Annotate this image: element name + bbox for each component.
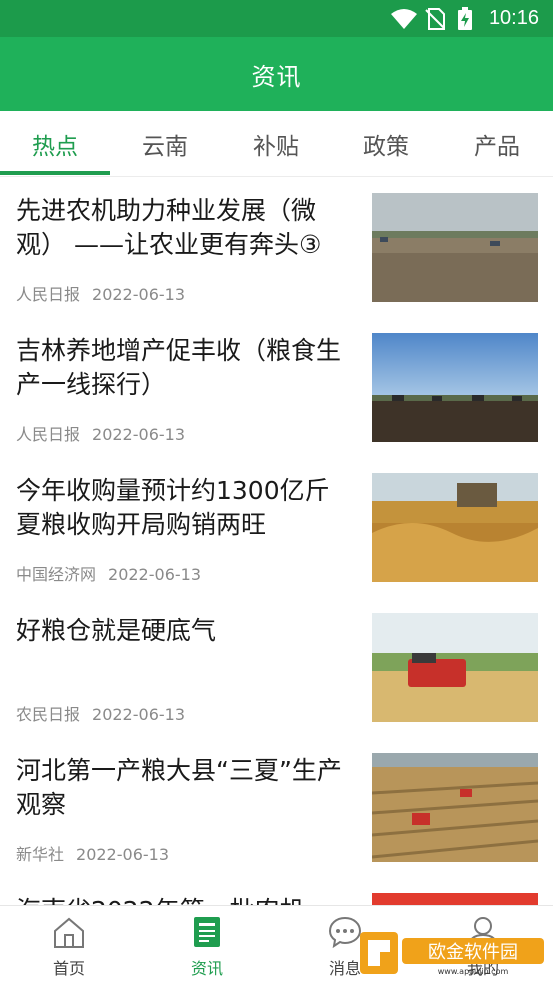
news-date: 2022-06-13 [108,565,201,584]
news-thumbnail [372,333,538,442]
nav-news[interactable]: 资讯 [138,906,276,983]
news-title: 河北第一产粮大县“三夏”生产观察 [16,756,342,819]
news-list[interactable]: 先进农机助力种业发展（微观） ——让农业更有奔头③ 人民日报 2022-06-13… [0,178,553,905]
news-item[interactable]: 先进农机助力种业发展（微观） ——让农业更有奔头③ 人民日报 2022-06-13 [0,178,553,318]
home-icon [51,914,87,950]
no-sim-icon [425,8,445,34]
news-thumbnail [372,753,538,862]
nav-label: 资讯 [190,959,223,978]
news-source: 新华社 [16,845,65,864]
news-item[interactable]: 吉林养地增产促丰收（粮食生产一线探行） 人民日报 2022-06-13 [0,318,553,458]
tab-hot[interactable]: 热点 [0,111,110,177]
news-title: 吉林养地增产促丰收（粮食生产一线探行） [16,336,342,399]
news-source: 人民日报 [16,285,81,304]
nav-home[interactable]: 首页 [0,906,138,983]
news-meta: 中国经济网 2022-06-13 [16,561,201,585]
news-source: 农民日报 [16,705,81,724]
watermark-logo: 欧金软件园 www.apoujin.com [358,930,548,978]
news-title: 海南省2022年第一批农机 [16,894,356,905]
status-bar: 10:16 [0,0,553,37]
news-thumbnail [372,193,538,302]
news-title: 好粮仓就是硬底气 [16,616,217,645]
news-item[interactable]: 河北第一产粮大县“三夏”生产观察 新华社 2022-06-13 [0,738,553,878]
news-thumbnail [372,893,538,905]
news-date: 2022-06-13 [92,285,185,304]
tab-policy[interactable]: 政策 [331,111,441,177]
battery-charging-icon [457,7,473,35]
page-title: 资讯 [251,62,302,91]
news-title: 今年收购量预计约1300亿斤 夏粮收购开局购销两旺 [16,476,330,539]
news-thumbnail [372,613,538,722]
news-icon [189,914,225,950]
tab-subsidy[interactable]: 补贴 [221,111,331,177]
news-item[interactable]: 今年收购量预计约1300亿斤 夏粮收购开局购销两旺 中国经济网 2022-06-1… [0,458,553,598]
news-meta: 人民日报 2022-06-13 [16,421,185,445]
status-time: 10:16 [488,7,539,29]
news-meta: 新华社 2022-06-13 [16,841,169,865]
news-item[interactable]: 好粮仓就是硬底气 农民日报 2022-06-13 [0,598,553,738]
news-title: 先进农机助力种业发展（微观） ——让农业更有奔头③ [16,196,322,259]
news-date: 2022-06-13 [92,705,185,724]
news-date: 2022-06-13 [92,425,185,444]
news-date: 2022-06-13 [76,845,169,864]
category-tabs: 热点 云南 补贴 政策 产品 [0,111,553,177]
wifi-icon [390,8,418,34]
news-item[interactable]: 海南省2022年第一批农机 [0,878,553,905]
watermark-brand: 欧金软件园 [428,942,518,963]
tab-products[interactable]: 产品 [442,111,552,177]
news-source: 人民日报 [16,425,81,444]
nav-label: 首页 [52,959,85,978]
app-header: 资讯 [0,37,553,111]
news-source: 中国经济网 [16,565,97,584]
tab-indicator [0,171,110,175]
watermark-url: www.apoujin.com [438,967,509,976]
news-meta: 农民日报 2022-06-13 [16,701,185,725]
news-meta: 人民日报 2022-06-13 [16,281,185,305]
tab-yunnan[interactable]: 云南 [110,111,220,177]
news-thumbnail [372,473,538,582]
